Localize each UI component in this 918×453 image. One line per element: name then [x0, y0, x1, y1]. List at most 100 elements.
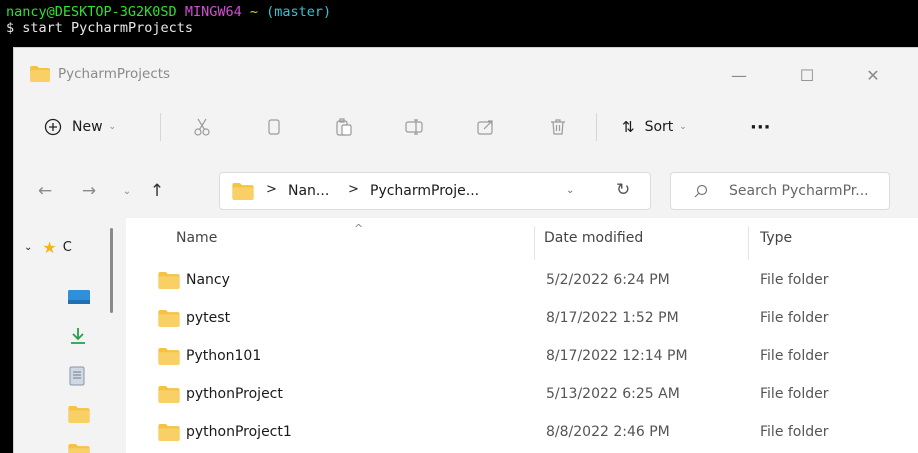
arrow-left-icon: ← [37, 181, 53, 201]
file-row[interactable]: pythonProject1 8/8/2022 2:46 PM File fol… [126, 414, 918, 452]
chevron-down-icon: ⌄ [122, 185, 132, 197]
star-icon: ★ [42, 238, 57, 257]
file-name: pythonProject [186, 386, 283, 402]
file-row[interactable]: Nancy 5/2/2022 6:24 PM File folder [126, 262, 918, 300]
terminal-branch: (master) [266, 4, 332, 20]
command-bar: New ⌄ ⇅ Sort ⌄ ··· [14, 100, 918, 154]
terminal: nancy@DESKTOP-3G2K0SD MINGW64 ~ (master)… [0, 0, 918, 48]
file-name: Nancy [186, 272, 230, 288]
column-header-type[interactable]: Type [760, 230, 792, 246]
search-icon [694, 184, 708, 198]
share-icon[interactable] [476, 117, 496, 137]
folder-icon [232, 183, 254, 204]
file-date: 8/8/2022 2:46 PM [546, 424, 670, 440]
file-date: 5/13/2022 6:25 AM [546, 386, 680, 402]
file-date: 5/2/2022 6:24 PM [546, 272, 670, 288]
rename-icon[interactable] [404, 117, 424, 137]
search-box[interactable]: Search PycharmPr... [670, 172, 890, 210]
new-label: New [72, 119, 103, 135]
file-type: File folder [760, 272, 829, 288]
address-bar[interactable]: > Nan... > PycharmProje... ⌄ ↻ [219, 172, 651, 210]
chevron-down-icon: ⌄ [24, 242, 33, 253]
column-header-name[interactable]: Name [176, 230, 217, 246]
terminal-prompt-symbol: $ [6, 20, 15, 36]
file-date: 8/17/2022 1:52 PM [546, 310, 679, 326]
breadcrumb-item[interactable]: Nan... [288, 183, 329, 199]
breadcrumb-separator: > [348, 182, 359, 197]
breadcrumb-item[interactable]: PycharmProje... [370, 183, 479, 199]
nav-item-quick-access[interactable]: ⌄ ★ C [24, 238, 72, 257]
window-title: PycharmProjects [58, 66, 171, 82]
file-name: Python101 [186, 348, 262, 364]
file-row[interactable]: pytest 8/17/2022 1:52 PM File folder [126, 300, 918, 338]
folder-icon[interactable] [68, 406, 90, 423]
toolbar-divider [160, 113, 161, 141]
file-row[interactable]: Python101 8/17/2022 12:14 PM File folder [126, 338, 918, 376]
column-divider[interactable] [534, 226, 535, 260]
document-icon[interactable] [68, 366, 86, 386]
folder-icon [30, 66, 50, 86]
delete-icon[interactable] [548, 117, 568, 137]
copy-icon[interactable] [264, 117, 284, 137]
terminal-tilde: ~ [249, 4, 259, 20]
chevron-down-icon[interactable]: ⌄ [566, 185, 574, 196]
recent-locations-button[interactable]: ⌄ [114, 178, 140, 204]
file-date: 8/17/2022 12:14 PM [546, 348, 688, 364]
file-name: pythonProject1 [186, 424, 292, 440]
more-options-button[interactable]: ··· [750, 100, 771, 154]
address-row: ← → ⌄ ↑ > Nan... > PycharmProje... ⌄ ↻ S… [14, 168, 918, 214]
file-type: File folder [760, 386, 829, 402]
folder-icon [158, 348, 180, 369]
sort-label: Sort [644, 119, 674, 135]
close-button[interactable]: ✕ [850, 58, 896, 92]
back-button[interactable]: ← [32, 178, 58, 204]
toolbar-divider [596, 113, 597, 141]
file-row[interactable]: pythonProject 5/13/2022 6:25 AM File fol… [126, 376, 918, 414]
folder-icon [158, 310, 180, 331]
maximize-button[interactable]: ☐ [784, 58, 830, 92]
terminal-command-line: $ start PycharmProjects [6, 20, 918, 36]
file-name: pytest [186, 310, 231, 326]
terminal-env: MINGW64 [184, 4, 242, 20]
forward-button[interactable]: → [76, 178, 102, 204]
arrow-up-icon: ↑ [149, 181, 165, 201]
cut-icon[interactable] [192, 117, 212, 137]
paste-icon[interactable] [334, 117, 354, 137]
folder-icon[interactable] [68, 444, 90, 453]
title-bar[interactable]: PycharmProjects — ☐ ✕ [14, 48, 918, 98]
sort-arrows-icon: ⇅ [622, 118, 635, 136]
refresh-icon[interactable]: ↻ [616, 180, 630, 200]
nav-scrollbar[interactable] [110, 228, 113, 313]
sort-button[interactable]: ⇅ Sort ⌄ [622, 100, 687, 154]
close-icon: ✕ [866, 65, 880, 85]
more-icon: ··· [750, 116, 771, 138]
folder-icon [158, 386, 180, 407]
download-icon[interactable] [68, 326, 88, 346]
folder-icon [158, 424, 180, 445]
arrow-right-icon: → [81, 181, 97, 201]
minimize-button[interactable]: — [716, 58, 762, 92]
desktop-icon[interactable] [68, 290, 90, 304]
terminal-prompt-line: nancy@DESKTOP-3G2K0SD MINGW64 ~ (master) [6, 4, 918, 20]
file-explorer-window: PycharmProjects — ☐ ✕ New ⌄ ⇅ Sort ⌄ ···… [14, 48, 918, 453]
navigation-pane: ⌄ ★ C [14, 218, 126, 453]
column-header-date[interactable]: Date modified [544, 230, 643, 246]
chevron-down-icon: ⌄ [679, 122, 687, 132]
terminal-command: start PycharmProjects [22, 20, 193, 36]
new-button[interactable]: New ⌄ [44, 100, 116, 154]
quick-access-label: C [62, 240, 72, 255]
file-list: ^ Name Date modified Type Nancy 5/2/2022… [126, 218, 918, 453]
terminal-user-host: nancy@DESKTOP-3G2K0SD [6, 4, 177, 20]
file-type: File folder [760, 424, 829, 440]
file-type: File folder [760, 310, 829, 326]
up-button[interactable]: ↑ [144, 178, 170, 204]
breadcrumb-separator: > [266, 182, 277, 197]
sort-ascending-icon: ^ [354, 222, 364, 235]
maximize-icon: ☐ [799, 65, 815, 85]
column-divider[interactable] [748, 226, 749, 260]
folder-icon [158, 272, 180, 293]
chevron-down-icon: ⌄ [108, 122, 117, 132]
file-type: File folder [760, 348, 829, 364]
plus-circle-icon [44, 118, 62, 136]
search-input[interactable]: Search PycharmPr... [729, 183, 869, 199]
